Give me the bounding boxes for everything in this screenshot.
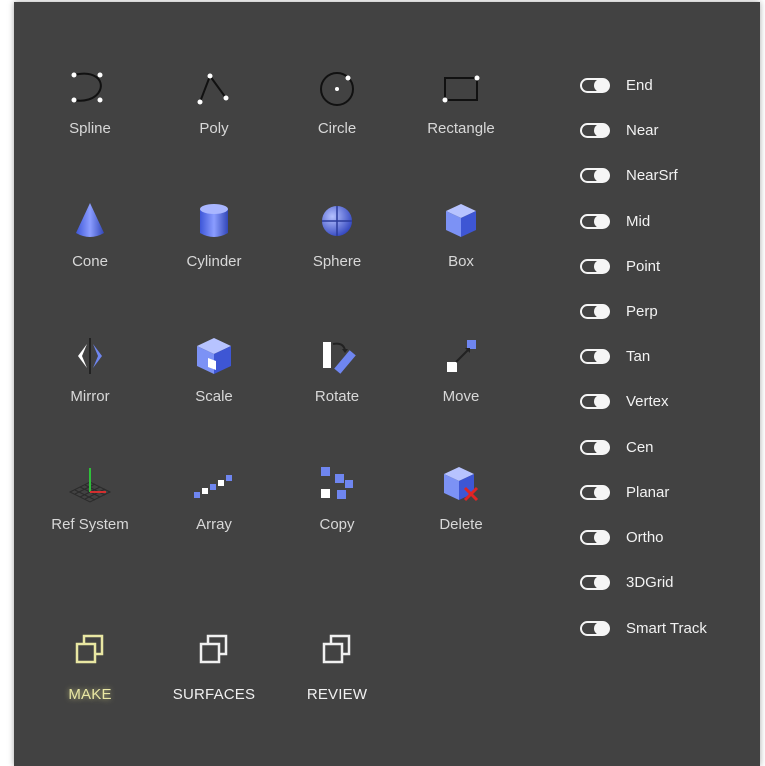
tool-mirror[interactable]: Mirror <box>35 330 145 425</box>
tool-rectangle[interactable]: Rectangle <box>406 62 516 157</box>
tool-label: Circle <box>317 120 357 137</box>
tool-label: Move <box>442 388 480 405</box>
tool-label: Rotate <box>314 388 360 405</box>
snap-mid[interactable]: Mid <box>580 209 650 233</box>
toggle-switch[interactable] <box>580 348 610 364</box>
snap-perp[interactable]: Perp <box>580 299 658 323</box>
mirror-icon <box>66 332 114 380</box>
tool-label: Delete <box>439 516 483 533</box>
circle-icon <box>313 64 361 112</box>
tool-ref-system[interactable]: Ref System <box>35 458 145 553</box>
snap-label: Vertex <box>626 392 669 410</box>
tool-label: Array <box>196 516 232 533</box>
array-icon <box>190 460 238 508</box>
toggle-switch[interactable] <box>580 439 610 455</box>
tool-label: Ref System <box>51 516 129 533</box>
poly-icon <box>190 64 238 112</box>
tool-delete[interactable]: Delete <box>406 458 516 553</box>
rectangle-icon <box>437 64 485 112</box>
tool-label: Cylinder <box>186 253 242 270</box>
snap-ortho[interactable]: Ortho <box>580 525 664 549</box>
snap-planar[interactable]: Planar <box>580 480 669 504</box>
tool-label: Poly <box>199 120 229 137</box>
snap-label: Smart Track <box>626 619 707 637</box>
snap-vertex[interactable]: Vertex <box>580 389 669 413</box>
cylinder-icon <box>190 197 238 245</box>
tool-sphere[interactable]: Sphere <box>282 195 392 290</box>
snap-label: Ortho <box>626 528 664 546</box>
tool-label: Rectangle <box>427 120 495 137</box>
tool-move[interactable]: Move <box>406 330 516 425</box>
tool-cone[interactable]: Cone <box>35 195 145 290</box>
snap-nearsrf[interactable]: NearSrf <box>580 163 678 187</box>
snap-3dgrid[interactable]: 3DGrid <box>580 570 674 594</box>
tool-scale[interactable]: Scale <box>159 330 269 425</box>
snap-tan[interactable]: Tan <box>580 344 650 368</box>
snap-label: Perp <box>626 302 658 320</box>
layers-icon <box>66 626 114 674</box>
snap-and-tools-panel: Spline Poly Circle Rectangle Cone Cylind… <box>14 2 760 766</box>
tab-label: REVIEW <box>306 686 368 703</box>
toggle-switch[interactable] <box>580 213 610 229</box>
snap-label: Mid <box>626 212 651 230</box>
snap-cen[interactable]: Cen <box>580 435 654 459</box>
sphere-icon <box>313 197 361 245</box>
toggle-switch[interactable] <box>580 484 610 500</box>
toggle-switch[interactable] <box>580 393 610 409</box>
snap-label: 3DGrid <box>626 573 674 591</box>
tab-make[interactable]: MAKE <box>30 626 150 716</box>
snap-end[interactable]: End <box>580 73 653 97</box>
toggle-switch[interactable] <box>580 574 610 590</box>
tool-box[interactable]: Box <box>406 195 516 290</box>
tool-cylinder[interactable]: Cylinder <box>159 195 269 290</box>
tab-label: SURFACES <box>172 686 256 703</box>
tool-label: Mirror <box>70 388 110 405</box>
scale-icon <box>190 332 238 380</box>
snap-smart-track[interactable]: Smart Track <box>580 616 707 640</box>
snap-label: Planar <box>626 483 670 501</box>
toggle-switch[interactable] <box>580 620 610 636</box>
snap-label: Cen <box>626 438 654 456</box>
toggle-switch[interactable] <box>580 303 610 319</box>
snap-label: NearSrf <box>626 166 678 184</box>
tool-poly[interactable]: Poly <box>159 62 269 157</box>
tool-array[interactable]: Array <box>159 458 269 553</box>
toggle-switch[interactable] <box>580 122 610 138</box>
tool-label: Box <box>448 253 474 270</box>
tool-spline[interactable]: Spline <box>35 62 145 157</box>
tool-rotate[interactable]: Rotate <box>282 330 392 425</box>
tab-review[interactable]: REVIEW <box>277 626 397 716</box>
toggle-switch[interactable] <box>580 258 610 274</box>
toggle-switch[interactable] <box>580 167 610 183</box>
tool-circle[interactable]: Circle <box>282 62 392 157</box>
spline-icon <box>66 64 114 112</box>
tool-label: Copy <box>319 516 355 533</box>
tab-label: MAKE <box>68 686 112 703</box>
snap-label: Near <box>626 121 659 139</box>
tool-label: Cone <box>72 253 108 270</box>
snap-near[interactable]: Near <box>580 118 659 142</box>
tab-surfaces[interactable]: SURFACES <box>154 626 274 716</box>
ref-system-icon <box>66 460 114 508</box>
rotate-icon <box>313 332 361 380</box>
copy-icon <box>313 460 361 508</box>
snap-label: Tan <box>626 347 651 365</box>
delete-icon <box>437 460 485 508</box>
box-icon <box>437 197 485 245</box>
tool-label: Spline <box>69 120 111 137</box>
snap-label: Point <box>626 257 661 275</box>
toggle-switch[interactable] <box>580 529 610 545</box>
move-icon <box>437 332 485 380</box>
layers-icon <box>190 626 238 674</box>
toggle-switch[interactable] <box>580 77 610 93</box>
cone-icon <box>66 197 114 245</box>
tool-copy[interactable]: Copy <box>282 458 392 553</box>
snap-point[interactable]: Point <box>580 254 660 278</box>
tool-label: Scale <box>195 388 233 405</box>
layers-icon <box>313 626 361 674</box>
snap-label: End <box>626 76 653 94</box>
tool-label: Sphere <box>312 253 362 270</box>
